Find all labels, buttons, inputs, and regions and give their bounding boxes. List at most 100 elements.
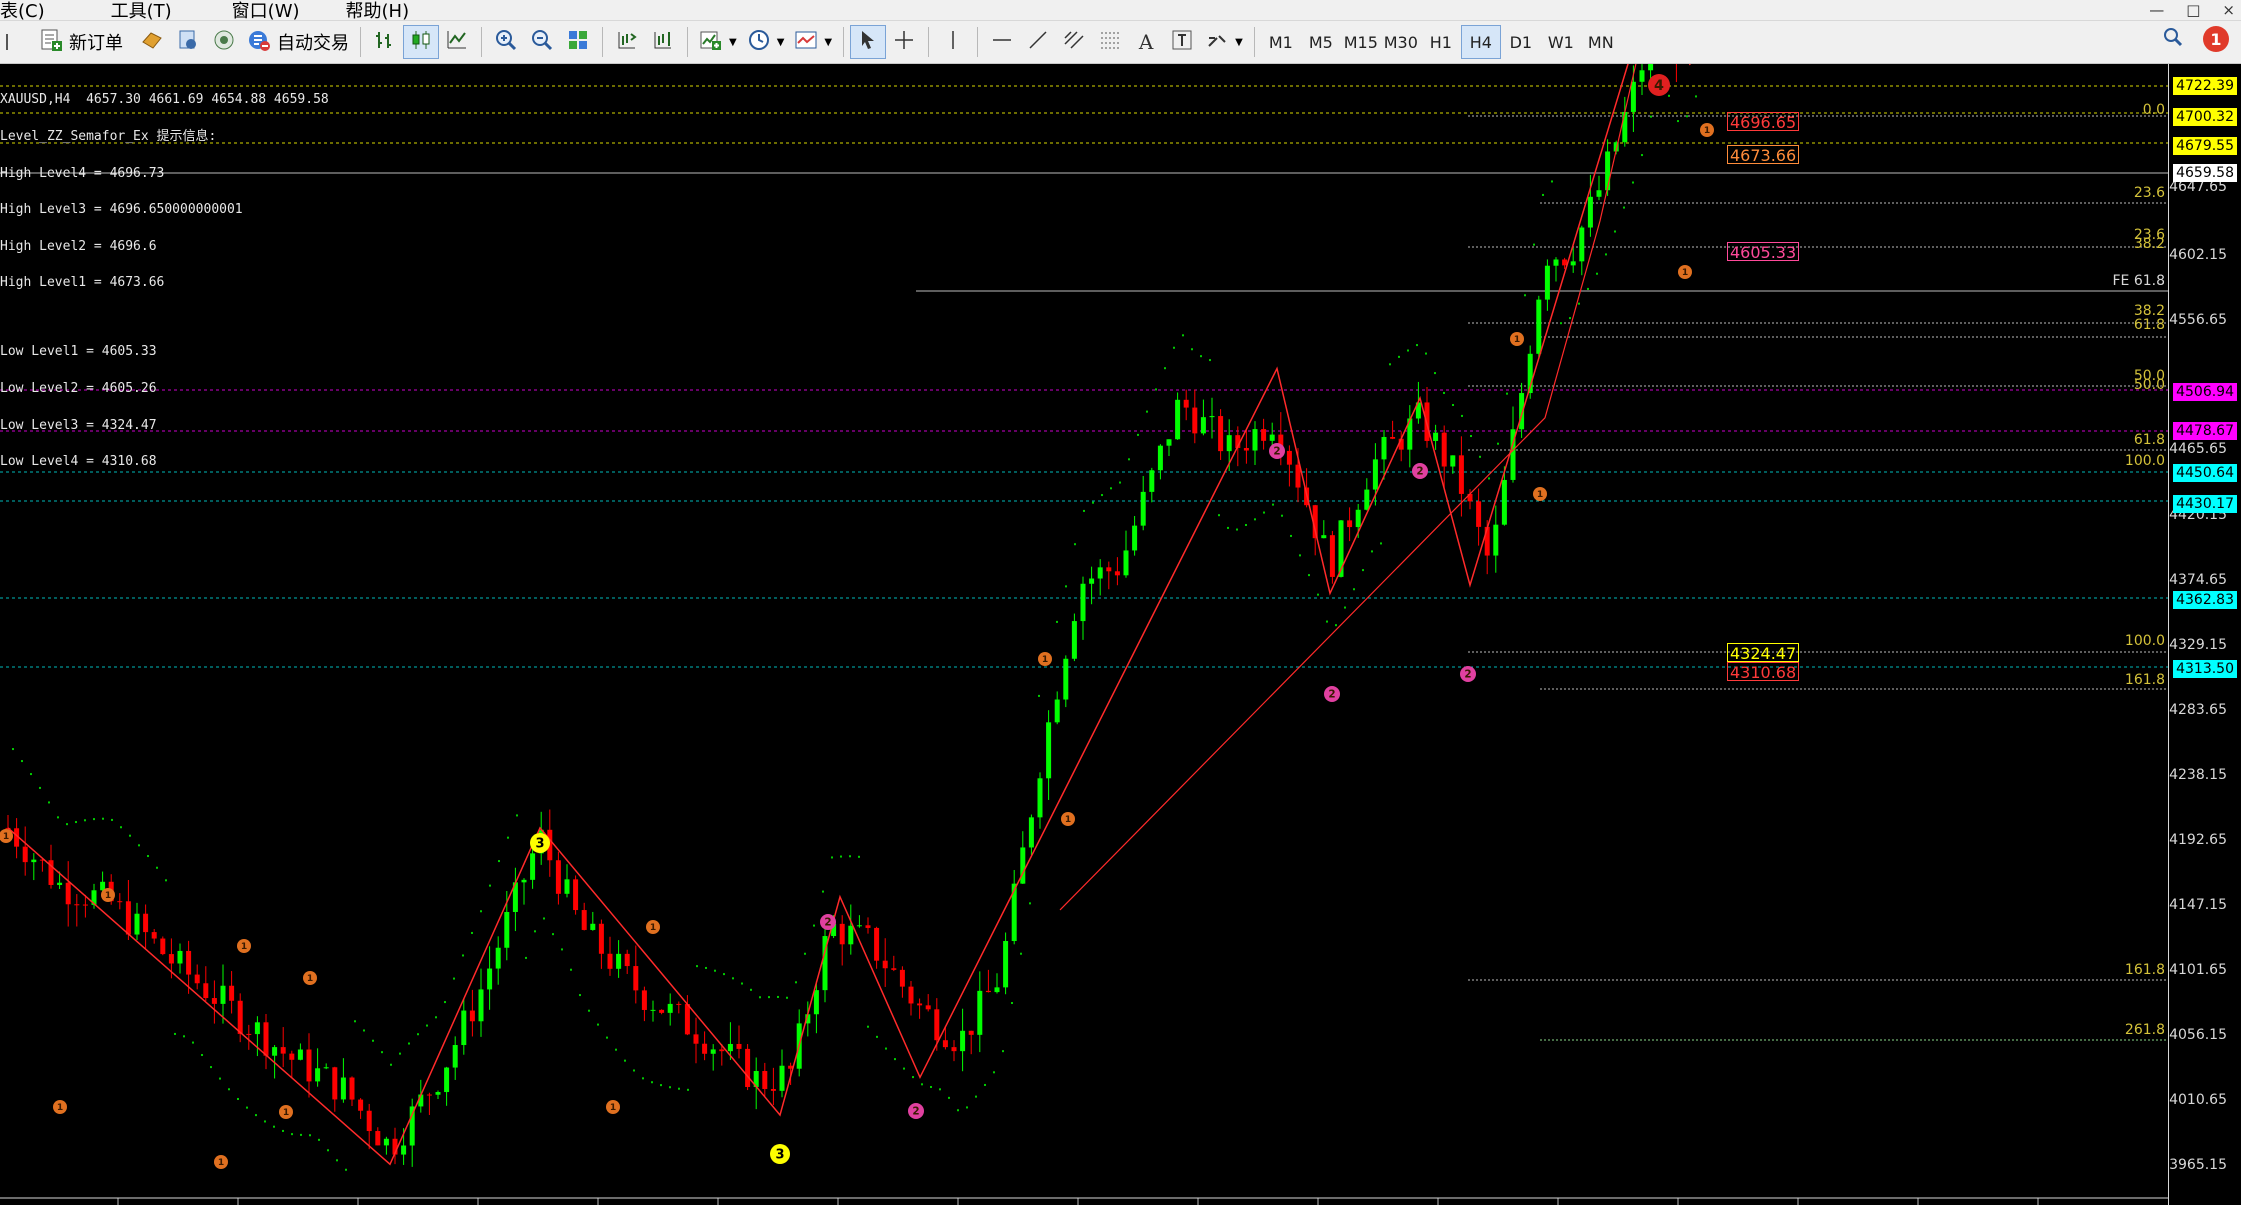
autoscroll-icon xyxy=(615,28,639,57)
timeframe-mn[interactable]: MN xyxy=(1581,25,1621,59)
menu-item-help[interactable]: 帮助(H) xyxy=(346,0,434,23)
candle-body xyxy=(143,913,149,933)
chart-shift-button[interactable] xyxy=(645,25,681,59)
semafor-label: 2 xyxy=(1328,689,1335,701)
text-button[interactable]: A xyxy=(1128,25,1164,59)
sar-dot xyxy=(156,866,158,869)
search-icon[interactable] xyxy=(2161,25,2185,53)
window-controls: — □ × xyxy=(2149,0,2235,20)
timeframe-h1[interactable]: H1 xyxy=(1421,25,1461,59)
candle-body xyxy=(229,985,235,1001)
candle-body xyxy=(323,1067,329,1069)
candle-body xyxy=(160,938,166,955)
tile-windows-button[interactable] xyxy=(560,25,596,59)
price-tag: 4506.94 xyxy=(2173,383,2237,401)
sar-dot xyxy=(507,836,509,839)
menu-item-window[interactable]: 窗口(W) xyxy=(232,0,324,23)
indicators-dropdown[interactable]: ▼ xyxy=(694,25,742,59)
equidistant-channel-icon xyxy=(1062,28,1086,57)
menu-item-view[interactable]: 表(C) xyxy=(0,0,69,23)
sar-dot xyxy=(1596,272,1598,275)
timeframe-m5[interactable]: M5 xyxy=(1301,25,1341,59)
bar-chart-button[interactable] xyxy=(367,25,403,59)
candle-body xyxy=(1544,265,1550,300)
candle-body xyxy=(1441,432,1447,467)
price-axis-label: 4329.15 xyxy=(2169,637,2227,653)
crosshair-icon xyxy=(892,28,916,57)
sar-dot xyxy=(1200,355,1202,358)
fibonacci-button[interactable] xyxy=(1092,25,1128,59)
sar-dot xyxy=(894,1058,896,1061)
timeframe-m1[interactable]: M1 xyxy=(1261,25,1301,59)
trendline-button[interactable] xyxy=(1020,25,1056,59)
market-watch-button[interactable] xyxy=(170,25,206,59)
mt4-terminal-window: 表(C) 工具(T) 窗口(W) 帮助(H) — □ × 新订单 自动交易 ▼ … xyxy=(0,0,2241,1205)
crosshair-button[interactable] xyxy=(886,25,922,59)
candle-body xyxy=(659,1009,665,1013)
sar-dot xyxy=(1173,346,1175,349)
candle-body xyxy=(848,925,854,945)
sar-dot xyxy=(1461,414,1463,417)
chevron-down-icon: ▼ xyxy=(824,36,833,48)
sar-dot xyxy=(615,1048,617,1051)
bar-chart-icon xyxy=(373,28,397,57)
timeframe-m15[interactable]: M15 xyxy=(1341,25,1381,59)
cursor-button[interactable] xyxy=(850,25,887,59)
high-level2-text: High Level2 = 4696.6 xyxy=(0,238,157,254)
auto-trading-button[interactable]: 自动交易 xyxy=(242,25,354,59)
sar-dot xyxy=(165,879,167,882)
candle-body xyxy=(934,1009,940,1041)
high-level1-text: High Level1 = 4673.66 xyxy=(0,275,165,291)
sar-dot xyxy=(1011,1002,1013,1005)
templates-dropdown[interactable]: ▼ xyxy=(789,25,837,59)
candlestick-button[interactable] xyxy=(403,25,439,59)
autoscroll-button[interactable] xyxy=(609,25,645,59)
strategy-tester-button[interactable] xyxy=(134,25,170,59)
fibonacci-level-label: 61.8 xyxy=(2133,432,2165,448)
candle-body xyxy=(125,901,131,935)
candle-body xyxy=(246,1033,252,1035)
candle-body xyxy=(1450,455,1456,467)
timeframe-m30[interactable]: M30 xyxy=(1381,25,1421,59)
candle-body xyxy=(908,986,914,1004)
sar-dot xyxy=(1443,391,1445,394)
signals-button[interactable] xyxy=(206,25,242,59)
sar-dot xyxy=(930,1085,932,1088)
sar-dot xyxy=(93,818,95,821)
vertical-line-icon xyxy=(941,28,965,57)
sar-dot xyxy=(822,890,824,893)
fibonacci-level-label: 50.0 xyxy=(2133,377,2165,393)
chart-window[interactable]: 1 1 1 1 1 1 1 1 1 3 3 2 2 1 1 2 2 2 2 1 1 1 1 4 XAUUSD,H4 4657.… xyxy=(0,64,2241,1205)
new-order-button[interactable]: 新订单 xyxy=(34,25,128,59)
restore-button[interactable]: □ xyxy=(2186,1,2200,19)
timeframe-d1[interactable]: D1 xyxy=(1501,25,1541,59)
candle-body xyxy=(1587,196,1593,228)
price-chart[interactable]: 1 1 1 1 1 1 1 1 1 3 3 2 2 1 1 2 2 2 2 1 1 1 1 4 xyxy=(0,64,2241,1205)
periods-dropdown[interactable]: ▼ xyxy=(742,25,790,59)
candle-body xyxy=(616,953,622,969)
text-label-icon xyxy=(1170,28,1194,57)
vertical-line-button[interactable] xyxy=(935,25,971,59)
candle-body xyxy=(65,882,71,905)
minimize-button[interactable]: — xyxy=(2149,1,2164,19)
fibonacci-level-label: 100.0 xyxy=(2124,453,2165,469)
timeframe-h4[interactable]: H4 xyxy=(1460,25,1501,59)
sar-dot xyxy=(867,1025,869,1028)
timeframe-w1[interactable]: W1 xyxy=(1541,25,1581,59)
notification-badge[interactable]: 1 xyxy=(2203,26,2229,52)
toolbar: 新订单 自动交易 ▼ ▼ ▼ A ▼ M1 M5 M15 M30 H1 H4 D… xyxy=(0,21,2241,64)
equidistant-channel-button[interactable] xyxy=(1056,25,1092,59)
candle-body xyxy=(779,1065,785,1091)
zoom-in-button[interactable] xyxy=(488,25,524,59)
candle-body xyxy=(650,1009,656,1011)
sar-dot xyxy=(939,1088,941,1091)
zoom-out-button[interactable] xyxy=(524,25,560,59)
text-label-button[interactable] xyxy=(1164,25,1200,59)
horizontal-line-button[interactable] xyxy=(984,25,1020,59)
arrows-dropdown[interactable]: ▼ xyxy=(1200,25,1248,59)
sar-dot xyxy=(309,1134,311,1137)
sar-dot xyxy=(66,823,68,826)
menu-item-tools[interactable]: 工具(T) xyxy=(111,0,196,23)
line-chart-button[interactable] xyxy=(439,25,475,59)
close-button[interactable]: × xyxy=(2222,1,2235,19)
